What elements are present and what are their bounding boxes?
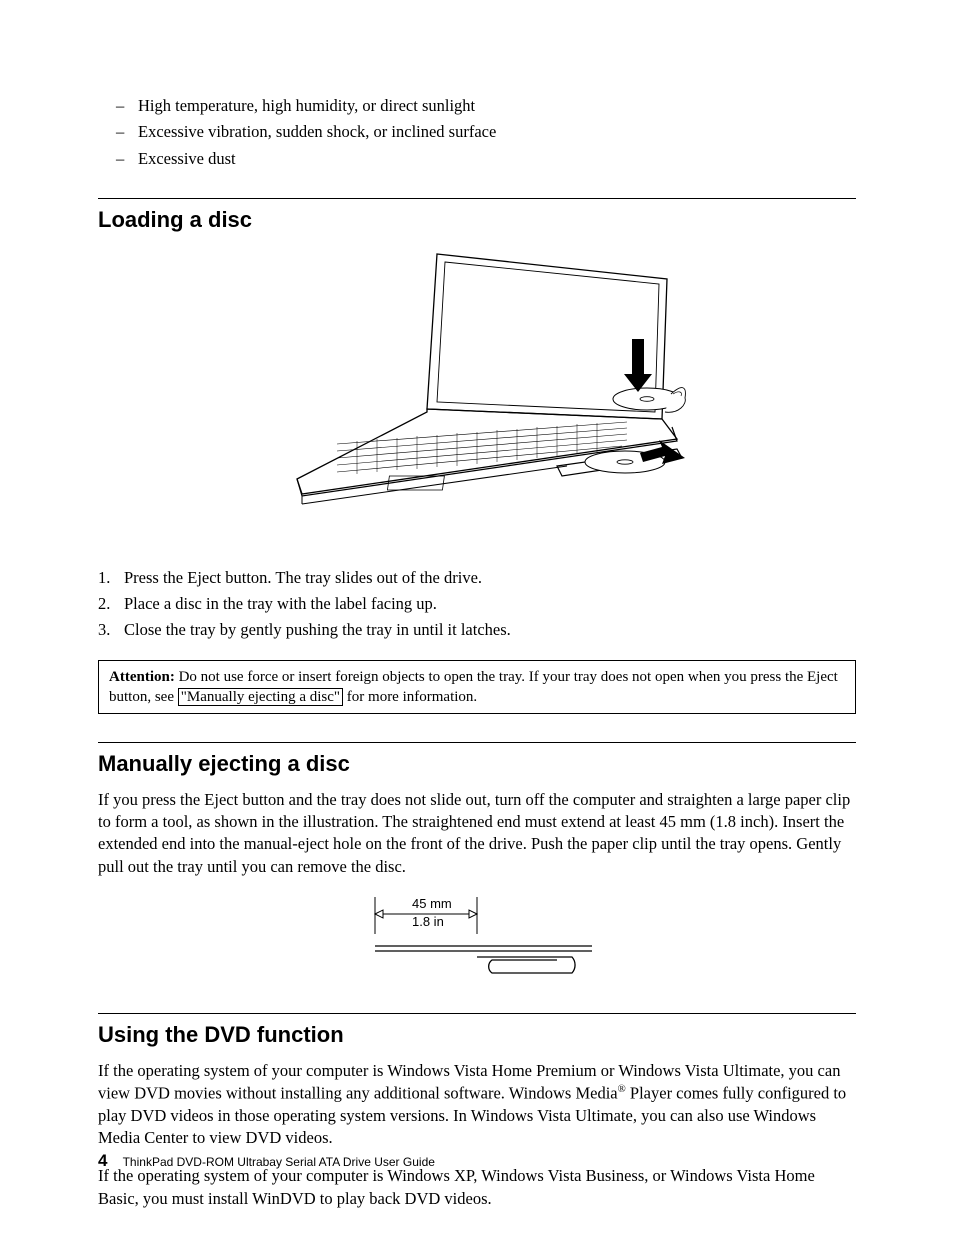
manual-eject-link[interactable]: "Manually ejecting a disc" — [178, 688, 343, 706]
step-2: 2.Place a disc in the tray with the labe… — [124, 593, 856, 615]
page-footer: 4 ThinkPad DVD-ROM Ultrabay Serial ATA D… — [98, 1150, 435, 1173]
registered-mark: ® — [618, 1083, 626, 1095]
conditions-list: High temperature, high humidity, or dire… — [138, 95, 856, 170]
list-item: High temperature, high humidity, or dire… — [138, 95, 856, 117]
attention-label: Attention: — [109, 669, 175, 685]
clip-label-mm: 45 mm — [412, 896, 452, 911]
footer-title: ThinkPad DVD-ROM Ultrabay Serial ATA Dri… — [123, 1155, 435, 1169]
list-item: Excessive dust — [138, 148, 856, 170]
laptop-disc-illustration — [98, 244, 856, 550]
manual-eject-paragraph: If you press the Eject button and the tr… — [98, 789, 856, 878]
heading-loading-disc: Loading a disc — [98, 198, 856, 235]
heading-dvd-function: Using the DVD function — [98, 1013, 856, 1050]
dvd-paragraph-1: If the operating system of your computer… — [98, 1060, 856, 1150]
list-item: Excessive vibration, sudden shock, or in… — [138, 121, 856, 143]
heading-manual-eject: Manually ejecting a disc — [98, 742, 856, 779]
loading-steps: 1.Press the Eject button. The tray slide… — [124, 567, 856, 642]
attention-text-2: for more information. — [343, 689, 477, 705]
step-1: 1.Press the Eject button. The tray slide… — [124, 567, 856, 589]
step-3: 3.Close the tray by gently pushing the t… — [124, 619, 856, 641]
page-number: 4 — [98, 1151, 107, 1170]
paperclip-illustration: 45 mm 1.8 in — [98, 894, 856, 985]
attention-note: Attention: Do not use force or insert fo… — [98, 660, 856, 715]
clip-label-in: 1.8 in — [412, 914, 444, 929]
